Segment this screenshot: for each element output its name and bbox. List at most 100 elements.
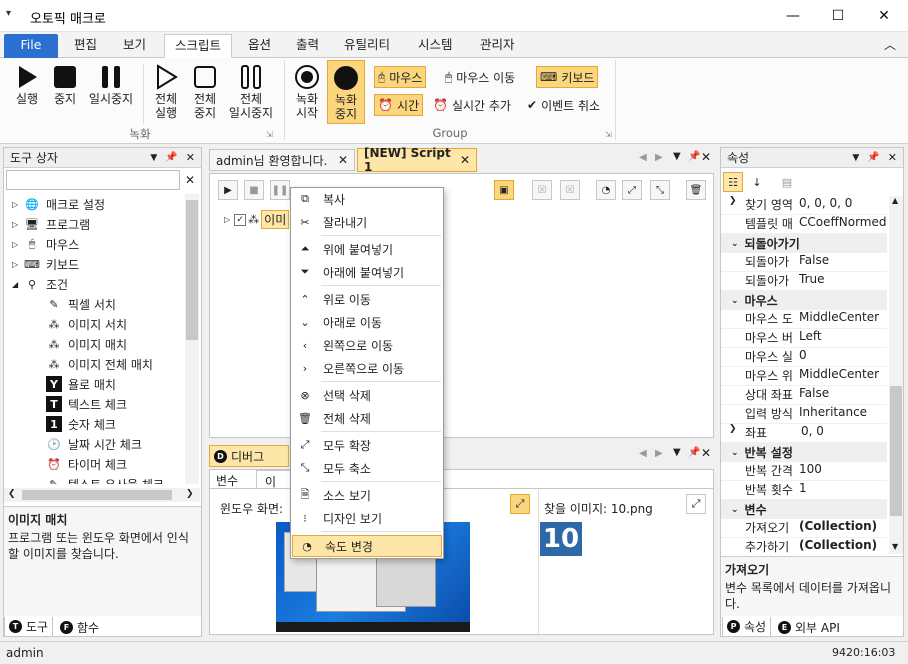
tree-item-image-search[interactable]: ⁂ 이미지 서치	[46, 314, 128, 334]
prop-value[interactable]: 0	[797, 348, 807, 366]
record-start-button[interactable]: 녹화 시작	[289, 64, 325, 120]
all-stop-button[interactable]: 전체 중지	[187, 64, 223, 120]
tab-properties[interactable]: P 속성	[722, 617, 772, 637]
event-cancel-toggle[interactable]: ✔ 이벤트 취소	[524, 94, 603, 116]
prop-row[interactable]: 상대 좌표 False	[721, 386, 887, 405]
prop-value[interactable]: 0, 0	[797, 424, 824, 442]
tree-item-yolo[interactable]: Y 욜로 매치	[46, 374, 116, 394]
prop-row[interactable]: 되돌아가 False	[721, 253, 887, 272]
script-delete2-button[interactable]: ☒	[560, 180, 580, 200]
expand-icon[interactable]: ⤢	[510, 494, 530, 514]
mouse-record-toggle[interactable]: 🖰 마우스	[374, 66, 427, 88]
tree-item-timer-check[interactable]: ⏰ 타이머 체크	[46, 454, 127, 474]
scroll-right-icon[interactable]: ❯	[186, 489, 194, 499]
script-delete-button[interactable]: ☒	[532, 180, 552, 200]
doc-tab-welcome[interactable]: admin님 환영합니다. ✕	[209, 149, 355, 171]
prop-row[interactable]: 추가하기 (Collection)	[721, 538, 887, 554]
collapse-ribbon-icon[interactable]: ︿	[884, 36, 896, 53]
menu-admin[interactable]: 관리자	[470, 34, 525, 58]
tab-scroll-right-icon[interactable]: ▶	[655, 448, 663, 459]
ctx-view-design[interactable]: ⁝ 디자인 보기	[291, 507, 443, 529]
pin-icon[interactable]: 📌	[688, 447, 700, 458]
ctx-cut[interactable]: ✂ 잘라내기	[291, 211, 443, 233]
ctx-copy[interactable]: ⧉ 복사	[291, 188, 443, 210]
ctx-change-speed[interactable]: ◔ 속도 변경	[292, 535, 442, 557]
dialog-launcher-icon[interactable]: ⇲	[605, 130, 612, 139]
close-icon[interactable]: ✕	[888, 151, 897, 164]
keyboard-record-toggle[interactable]: ⌨ 키보드	[536, 66, 599, 88]
checkbox[interactable]: ✓	[234, 213, 247, 226]
alphabetical-icon[interactable]: ↓	[747, 172, 767, 192]
script-expand-button[interactable]: ⤢	[622, 180, 642, 200]
property-pages-icon[interactable]: ▤	[777, 172, 797, 192]
prop-row[interactable]: 되돌아가 True	[721, 272, 887, 291]
menu-file[interactable]: File	[4, 34, 58, 58]
prop-value[interactable]: True	[797, 272, 825, 290]
minimize-button[interactable]: —	[770, 0, 816, 32]
toolbox-vscrollbar[interactable]	[185, 194, 199, 484]
ctx-delete-selected[interactable]: ⊗ 선택 삭제	[291, 384, 443, 406]
tab-list-icon[interactable]: ▼	[673, 447, 681, 458]
scroll-thumb[interactable]	[22, 490, 172, 500]
script-item[interactable]: ▷ ✓ ⁂ 이미	[224, 210, 290, 229]
tree-item-text-similar[interactable]: ✎ 텍스트 유사율 체크	[46, 474, 164, 485]
close-icon[interactable]: ✕	[701, 150, 711, 164]
tree-item-keyboard[interactable]: ▷ ⌨ 키보드	[12, 254, 79, 274]
scroll-thumb[interactable]	[890, 386, 902, 516]
tree-item-image-match[interactable]: ⁂ 이미지 매치	[46, 334, 128, 354]
prop-value[interactable]: False	[797, 386, 829, 404]
collapse-arrow-icon[interactable]: ⌄	[731, 239, 739, 249]
ctx-collapse-all[interactable]: ⤡ 모두 축소	[291, 457, 443, 479]
ctx-move-left[interactable]: ‹ 왼쪽으로 이동	[291, 334, 443, 356]
run-button[interactable]: 실행	[10, 64, 44, 106]
scroll-left-icon[interactable]: ❮	[8, 489, 16, 499]
prop-row[interactable]: 가져오기 (Collection)	[721, 519, 887, 538]
menu-edit[interactable]: 편집	[64, 34, 107, 58]
maximize-button[interactable]: ☐	[815, 0, 861, 32]
tree-item-text-check[interactable]: T 텍스트 체크	[46, 394, 127, 414]
prop-value[interactable]: False	[797, 253, 829, 271]
tree-item-condition[interactable]: ◢ ⚲ 조건	[12, 274, 68, 294]
ctx-view-source[interactable]: 🗎 소스 보기	[291, 484, 443, 506]
close-icon[interactable]: ✕	[701, 446, 711, 460]
prop-row[interactable]: 반복 횟수 1	[721, 481, 887, 500]
pin-icon[interactable]: 📌	[688, 151, 700, 162]
realtime-add-toggle[interactable]: ⏰ 실시간 추가	[430, 94, 514, 116]
toolbox-hscrollbar[interactable]: ❮ ❯	[4, 488, 200, 502]
system-menu-icon[interactable]: ▾	[6, 8, 11, 19]
menu-view[interactable]: 보기	[113, 34, 156, 58]
prop-value[interactable]: 1	[797, 481, 807, 499]
tab-scroll-left-icon[interactable]: ◀	[639, 448, 647, 459]
prop-value[interactable]: MiddleCenter	[797, 367, 879, 385]
time-record-toggle[interactable]: ⏰ 시간	[374, 94, 424, 116]
prop-row[interactable]: 마우스 위 MiddleCenter	[721, 367, 887, 386]
prop-category[interactable]: ⌄ 되돌아가기	[721, 234, 887, 253]
tab-external-api[interactable]: E 외부 API	[774, 617, 844, 637]
prop-value[interactable]: CCoeffNormed	[797, 215, 886, 233]
menu-system[interactable]: 시스템	[408, 34, 463, 58]
tree-item-number-check[interactable]: 1 숫자 체크	[46, 414, 116, 434]
pin-icon[interactable]: 📌	[867, 152, 879, 163]
script-trash-button[interactable]: 🗑	[686, 180, 706, 200]
close-icon[interactable]: ✕	[186, 151, 195, 164]
tab-list-icon[interactable]: ▼	[673, 151, 681, 162]
tree-item-mouse[interactable]: ▷ 🖱 마우스	[12, 234, 79, 254]
prop-row[interactable]: 좌표 0, 0 ❯	[721, 424, 887, 443]
expand-icon[interactable]: ⤢	[686, 494, 706, 514]
stop-button[interactable]: 중지	[48, 64, 82, 106]
collapse-arrow-icon[interactable]: ⌄	[731, 296, 739, 306]
ctx-paste-below[interactable]: ⏷ 아래에 붙여넣기	[291, 261, 443, 283]
expand-arrow-icon[interactable]: ❯	[729, 424, 737, 434]
prop-value[interactable]: (Collection)	[797, 519, 877, 537]
ctx-expand-all[interactable]: ⤢ 모두 확장	[291, 434, 443, 456]
mouse-move-toggle[interactable]: 🖱 마우스 이동	[442, 66, 518, 88]
scroll-up-icon[interactable]: ▲	[892, 196, 898, 205]
prop-category[interactable]: ⌄ 변수	[721, 500, 887, 519]
prop-category[interactable]: ⌄ 마우스	[721, 291, 887, 310]
record-stop-button[interactable]: 녹화 중지	[327, 60, 365, 124]
script-image-button[interactable]: ▣	[494, 180, 514, 200]
tree-item-datetime-check[interactable]: 🕑 날짜 시간 체크	[46, 434, 142, 454]
ctx-move-down[interactable]: ⌄ 아래로 이동	[291, 311, 443, 333]
tree-item-macro-settings[interactable]: ▷ 🌐 매크로 설정	[12, 194, 105, 214]
all-run-button[interactable]: 전체 실행	[148, 64, 184, 120]
